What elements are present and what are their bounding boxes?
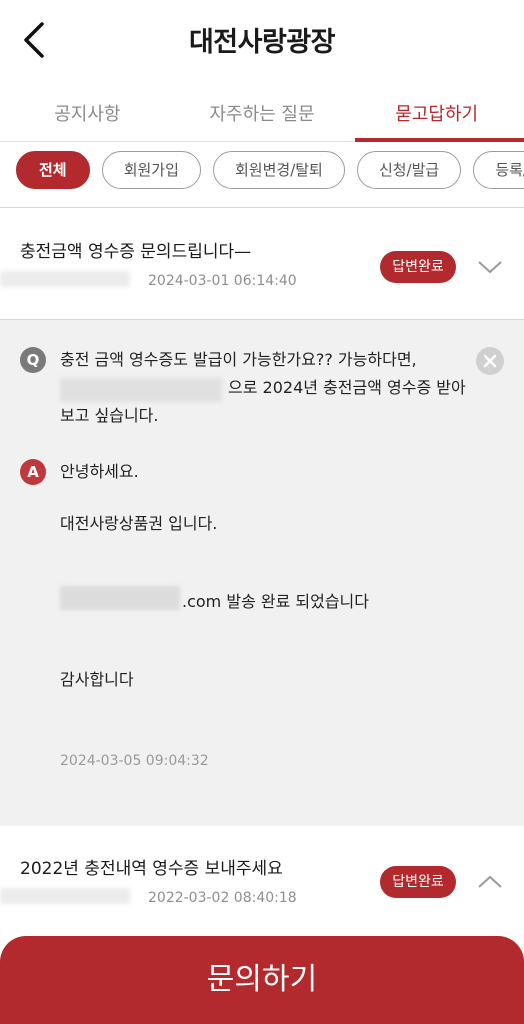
question-date: 2024-03-01 06:14:40 bbox=[148, 273, 297, 289]
close-icon bbox=[483, 354, 497, 368]
question-mark-badge: Q bbox=[20, 347, 46, 373]
answer-date: 2024-03-05 09:04:32 bbox=[60, 753, 209, 769]
app-header: 대전사랑광장 bbox=[0, 0, 524, 84]
answer-body-line: 대전사랑상품권 입니다. bbox=[60, 514, 218, 533]
tab-notice[interactable]: 공지사항 bbox=[0, 84, 175, 141]
question-body-line: 으로 2024년 충전금액 영수증 받아 bbox=[228, 378, 466, 397]
question-item[interactable]: 2022년 충전내역 영수증 보내주세요 2022-03-02 08:40:18… bbox=[0, 826, 524, 936]
chip-register-use[interactable]: 등록/사용 bbox=[473, 151, 524, 189]
tab-faq[interactable]: 자주하는 질문 bbox=[175, 84, 350, 141]
question-body-line: 충전 금액 영수증도 발급이 가능한가요?? 가능하다면, bbox=[60, 350, 417, 369]
question-body-line: 보고 싶습니다. bbox=[60, 406, 159, 425]
redacted-email bbox=[60, 378, 222, 402]
qna-detail-panel: Q 충전 금액 영수증도 발급이 가능한가요?? 가능하다면, 으로 2024년… bbox=[0, 319, 524, 826]
tab-bar: 공지사항 자주하는 질문 묻고답하기 bbox=[0, 84, 524, 142]
answer-body-line: 감사합니다 bbox=[60, 670, 134, 689]
answer-mark-badge: A bbox=[20, 459, 46, 485]
redacted-author bbox=[0, 888, 130, 904]
chip-member-change[interactable]: 회원변경/탈퇴 bbox=[213, 151, 345, 189]
chip-signup[interactable]: 회원가입 bbox=[101, 151, 201, 189]
chip-apply-issue[interactable]: 신청/발급 bbox=[356, 151, 462, 189]
redacted-email bbox=[60, 586, 180, 610]
status-badge: 답변완료 bbox=[380, 251, 456, 283]
tab-qna[interactable]: 묻고답하기 bbox=[349, 84, 524, 142]
chevron-down-icon[interactable] bbox=[476, 257, 504, 277]
question-title: 충전금액 영수증 문의드립니다— bbox=[20, 242, 252, 262]
category-chip-bar: 전체 회원가입 회원변경/탈퇴 신청/발급 등록/사용 bbox=[0, 142, 524, 208]
question-item[interactable]: 충전금액 영수증 문의드립니다— 2024-03-01 06:14:40 답변완… bbox=[0, 209, 524, 319]
inquiry-button[interactable]: 문의하기 bbox=[0, 936, 524, 1024]
redacted-author bbox=[0, 271, 130, 287]
status-badge: 답변완료 bbox=[380, 866, 456, 898]
chevron-up-icon[interactable] bbox=[476, 872, 504, 892]
question-date: 2022-03-02 08:40:18 bbox=[148, 890, 297, 906]
chip-all[interactable]: 전체 bbox=[16, 151, 90, 189]
page-title: 대전사랑광장 bbox=[188, 27, 336, 58]
answer-body-line: 안녕하세요. bbox=[60, 462, 139, 481]
answer-body-line: .com 발송 완료 되었습니다 bbox=[182, 592, 369, 611]
close-button[interactable] bbox=[476, 347, 504, 375]
question-title: 2022년 충전내역 영수증 보내주세요 bbox=[20, 859, 283, 879]
